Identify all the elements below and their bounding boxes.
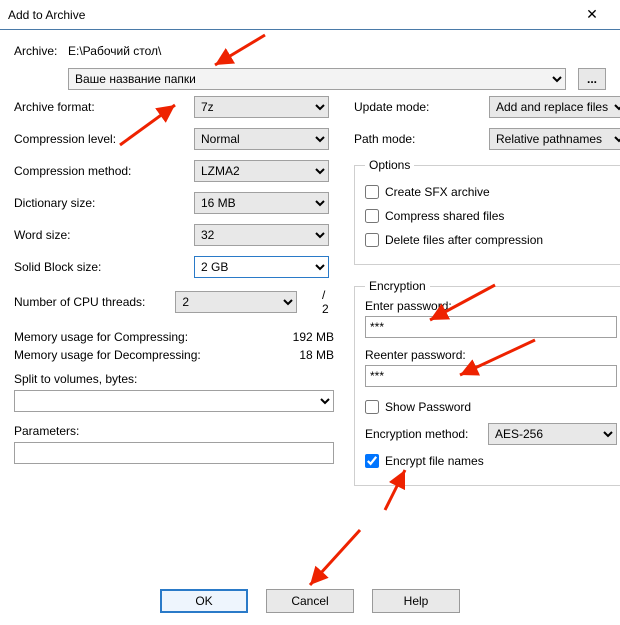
method-label: Compression method: — [14, 164, 194, 178]
threads-label: Number of CPU threads: — [14, 295, 175, 309]
params-label: Parameters: — [14, 424, 334, 438]
window-title: Add to Archive — [8, 8, 572, 22]
encrypt-names-label: Encrypt file names — [385, 454, 484, 468]
word-size-select[interactable]: 32 — [194, 224, 329, 246]
delete-label: Delete files after compression — [385, 233, 543, 247]
pathmode-label: Path mode: — [354, 132, 489, 146]
sfx-row[interactable]: Create SFX archive — [365, 182, 617, 202]
mem-decomp-value: 18 MB — [299, 348, 334, 362]
split-label: Split to volumes, bytes: — [14, 372, 334, 386]
dialog-content: Archive: E:\Рабочий стол\ Ваше название … — [0, 30, 620, 486]
close-icon[interactable]: ✕ — [572, 6, 612, 23]
shared-label: Compress shared files — [385, 209, 504, 223]
shared-checkbox[interactable] — [365, 209, 379, 223]
archive-format-select[interactable]: 7z — [194, 96, 329, 118]
encryption-method-select[interactable]: AES-256 — [488, 423, 617, 445]
archive-name-select[interactable]: Ваше название папки — [68, 68, 566, 90]
reenter-password-input[interactable] — [365, 365, 617, 387]
dialog-buttons: OK Cancel Help — [0, 589, 620, 613]
archive-row: Archive: E:\Рабочий стол\ — [14, 40, 606, 62]
show-pw-row[interactable]: Show Password — [365, 397, 617, 417]
cpu-threads-select[interactable]: 2 — [175, 291, 297, 313]
reenter-pw-label: Reenter password: — [365, 348, 617, 362]
block-label: Solid Block size: — [14, 260, 194, 274]
archive-label: Archive: — [14, 44, 68, 58]
word-label: Word size: — [14, 228, 194, 242]
compression-level-select[interactable]: Normal — [194, 128, 329, 150]
mem-comp-label: Memory usage for Compressing: — [14, 330, 188, 344]
sfx-label: Create SFX archive — [385, 185, 490, 199]
encryption-legend: Encryption — [365, 279, 430, 293]
mem-decomp-label: Memory usage for Decompressing: — [14, 348, 201, 362]
options-legend: Options — [365, 158, 414, 172]
enter-password-input[interactable] — [365, 316, 617, 338]
browse-button[interactable]: ... — [578, 68, 606, 90]
show-password-checkbox[interactable] — [365, 400, 379, 414]
level-label: Compression level: — [14, 132, 194, 146]
dict-label: Dictionary size: — [14, 196, 194, 210]
dictionary-size-select[interactable]: 16 MB — [194, 192, 329, 214]
cancel-button[interactable]: Cancel — [266, 589, 354, 613]
update-mode-select[interactable]: Add and replace files — [489, 96, 620, 118]
update-label: Update mode: — [354, 100, 489, 114]
sfx-checkbox[interactable] — [365, 185, 379, 199]
split-volumes-select[interactable] — [14, 390, 334, 412]
left-column: Archive format: 7z Compression level: No… — [14, 96, 334, 486]
right-column: Update mode: Add and replace files Path … — [354, 96, 620, 486]
encryption-group: Encryption Enter password: Reenter passw… — [354, 279, 620, 486]
enter-pw-label: Enter password: — [365, 299, 617, 313]
titlebar: Add to Archive ✕ — [0, 0, 620, 30]
solid-block-size-select[interactable]: 2 GB — [194, 256, 329, 278]
encrypt-names-checkbox[interactable] — [365, 454, 379, 468]
compression-method-select[interactable]: LZMA2 — [194, 160, 329, 182]
path-mode-select[interactable]: Relative pathnames — [489, 128, 620, 150]
help-button[interactable]: Help — [372, 589, 460, 613]
parameters-input[interactable] — [14, 442, 334, 464]
archive-path: E:\Рабочий стол\ — [68, 44, 161, 58]
annotation-arrow-icon — [300, 525, 370, 595]
ok-button[interactable]: OK — [160, 589, 248, 613]
options-group: Options Create SFX archive Compress shar… — [354, 158, 620, 265]
encrypt-names-row[interactable]: Encrypt file names — [365, 451, 617, 471]
format-label: Archive format: — [14, 100, 194, 114]
shared-row[interactable]: Compress shared files — [365, 206, 617, 226]
show-password-label: Show Password — [385, 400, 471, 414]
archive-name-row: Ваше название папки ... — [14, 68, 606, 90]
threads-total: / 2 — [322, 288, 334, 316]
enc-method-label: Encryption method: — [365, 427, 488, 441]
delete-row[interactable]: Delete files after compression — [365, 230, 617, 250]
delete-checkbox[interactable] — [365, 233, 379, 247]
mem-comp-value: 192 MB — [293, 330, 334, 344]
